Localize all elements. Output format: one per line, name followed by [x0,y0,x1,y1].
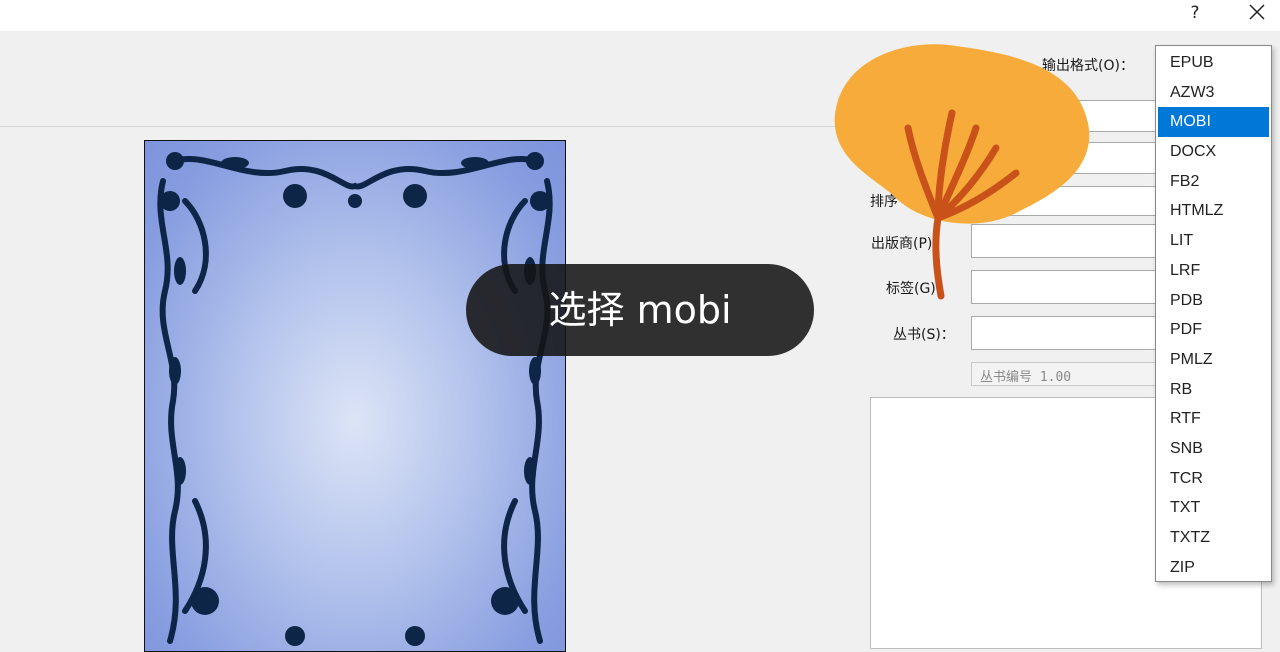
dropdown-option[interactable]: RTF [1158,404,1269,434]
title-bar: ? [0,0,1280,31]
dropdown-option[interactable]: TXTZ [1158,523,1269,553]
dropdown-option[interactable]: SNB [1158,434,1269,464]
dropdown-option[interactable]: FB2 [1158,167,1269,197]
toolbar-area [0,31,862,127]
dropdown-option[interactable]: TCR [1158,464,1269,494]
book-cover-image [144,140,566,652]
dropdown-option[interactable]: DOCX [1158,137,1269,167]
dropdown-option[interactable]: AZW3 [1158,78,1269,108]
dropdown-option[interactable]: RB [1158,375,1269,405]
series-number-field[interactable]: 丛书编号 1.00 [971,362,1161,386]
dropdown-option[interactable]: LIT [1158,226,1269,256]
series-label: 丛书(S)： [893,327,955,343]
dropdown-option[interactable]: PDB [1158,286,1269,316]
leaf-sticker-icon [834,44,1090,300]
output-format-dropdown[interactable]: EPUB AZW3 MOBI DOCX FB2 HTMLZ LIT LRF PDB PDF PMLZ… [1155,45,1272,582]
ornamental-frame [157,152,553,646]
close-icon [1249,4,1265,20]
dropdown-option[interactable]: EPUB [1158,48,1269,78]
dropdown-option[interactable]: TXT [1158,493,1269,523]
toast-message: 选择 mobi [466,264,814,356]
dropdown-option[interactable]: ZIP [1158,553,1269,583]
help-button[interactable]: ? [1184,2,1206,24]
dropdown-option[interactable]: PMLZ [1158,345,1269,375]
close-button[interactable] [1244,0,1270,26]
dropdown-option[interactable]: LRF [1158,256,1269,286]
dropdown-option[interactable]: HTMLZ [1158,196,1269,226]
dropdown-option[interactable]: PDF [1158,315,1269,345]
series-field[interactable] [971,316,1162,350]
dropdown-option[interactable]: MOBI [1158,107,1269,138]
